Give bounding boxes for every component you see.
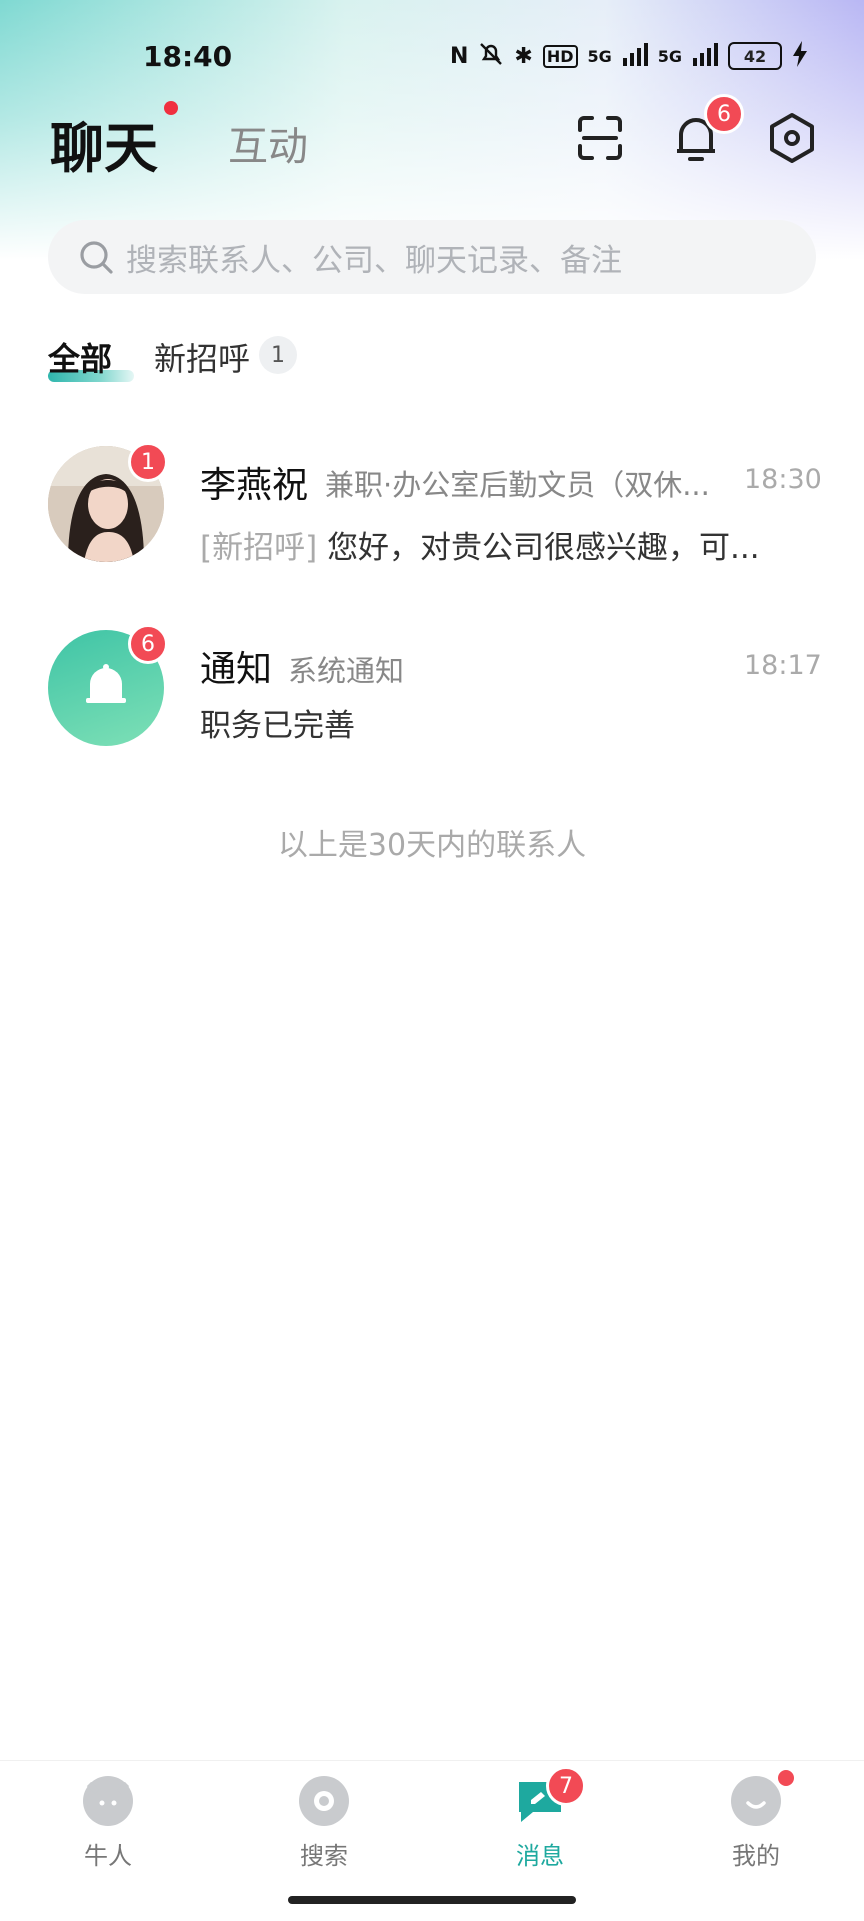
search-placeholder: 搜索联系人、公司、聊天记录、备注 (126, 242, 622, 279)
contact-name: 李燕祝 (200, 465, 309, 506)
contacts-range-note: 以上是30天内的联系人 (277, 828, 587, 863)
tab-all[interactable]: 全部 (48, 334, 112, 380)
contact-subtitle: 系统通知 (288, 654, 405, 688)
nav-item-profile[interactable]: 我的 (696, 1776, 816, 1871)
new-greeting-tag: [新招呼] (200, 530, 318, 566)
bell-filled-icon (86, 664, 126, 703)
settings-icon[interactable] (764, 110, 820, 166)
scan-icon[interactable] (572, 110, 628, 166)
charging-icon (792, 41, 808, 71)
unread-badge: 1 (128, 442, 168, 482)
message-preview: [新招呼] 您好，对贵公司很感兴趣，可... (200, 522, 760, 567)
signal-bars-icon (622, 42, 648, 70)
signal-5g-icon-2: 5G (657, 46, 683, 66)
profile-unread-dot (778, 1770, 794, 1786)
search-disc-icon (299, 1776, 349, 1826)
mute-icon (478, 41, 504, 71)
nav-label: 牛人 (84, 1842, 132, 1870)
status-icons: N ✱ HD 5G 5G 42 (450, 38, 808, 74)
hd-icon: HD (542, 44, 578, 68)
signal-5g-icon: 5G (587, 46, 612, 66)
nav-item-talent[interactable]: 牛人 (48, 1776, 168, 1871)
page-title[interactable]: 聊天 (50, 104, 158, 183)
bluetooth-icon: ✱ (514, 43, 533, 69)
unread-badge: 6 (128, 624, 168, 664)
message-preview-text: 您好，对贵公司很感兴趣，可... (327, 530, 760, 566)
messages-badge: 7 (546, 1766, 586, 1806)
nav-item-search[interactable]: 搜索 (264, 1776, 384, 1871)
home-indicator[interactable] (288, 1896, 576, 1904)
cow-icon (83, 1776, 133, 1826)
nav-label: 搜索 (300, 1842, 348, 1870)
battery-icon: 42 (728, 42, 783, 70)
search-input[interactable]: 搜索联系人、公司、聊天记录、备注 (48, 220, 816, 294)
nav-label: 消息 (516, 1842, 564, 1870)
profile-icon (731, 1776, 781, 1826)
nfc-icon: N (450, 43, 469, 69)
new-greetings-count: 1 (259, 336, 297, 374)
search-icon (78, 239, 114, 275)
notification-badge: 6 (704, 94, 744, 134)
title-unread-dot (164, 101, 178, 115)
nav-label: 我的 (732, 1842, 780, 1870)
contact-name: 通知 (200, 649, 273, 690)
message-time: 18:17 (744, 650, 822, 681)
job-title: 兼职·办公室后勤文员（双休... (325, 468, 710, 502)
message-preview-text: 职务已完善 (200, 708, 355, 744)
status-time: 18:40 (143, 40, 233, 73)
signal-bars-icon-2 (692, 42, 719, 70)
tab-interaction[interactable]: 互动 (228, 114, 308, 172)
tab-new-greetings[interactable]: 新招呼 (154, 334, 250, 380)
message-time: 18:30 (744, 464, 822, 495)
